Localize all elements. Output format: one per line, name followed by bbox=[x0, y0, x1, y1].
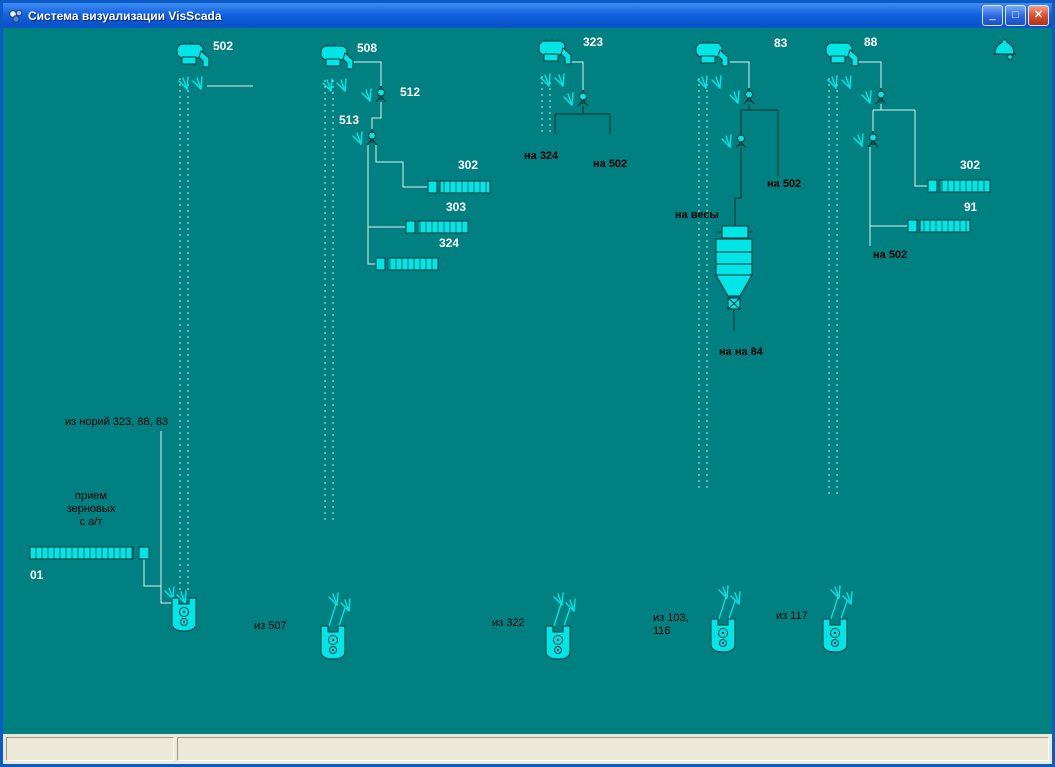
label-from-507: из 507 bbox=[254, 620, 287, 633]
label-valve-512: 512 bbox=[400, 86, 420, 99]
elevator-head-88[interactable] bbox=[826, 41, 858, 66]
label-conveyor-01: 01 bbox=[30, 569, 43, 582]
label-noria-502: 502 bbox=[213, 40, 233, 53]
boot-from-117[interactable] bbox=[823, 619, 847, 652]
pipes bbox=[144, 62, 928, 603]
label-noria-323: 323 bbox=[583, 36, 603, 49]
label-valve-513: 513 bbox=[339, 114, 359, 127]
window-controls: _ □ ✕ bbox=[982, 5, 1049, 26]
app-icon[interactable] bbox=[8, 8, 24, 24]
valve-83-upper[interactable] bbox=[744, 88, 754, 104]
weigher[interactable] bbox=[716, 226, 753, 309]
label-grain-intake-line2: зерновых bbox=[51, 503, 131, 516]
label-to-502-a: на 502 bbox=[593, 158, 627, 171]
elevator-head-508[interactable] bbox=[321, 44, 353, 69]
label-conveyor-302-right: 302 bbox=[960, 159, 980, 172]
window-title: Система визуализации VisScada bbox=[28, 9, 982, 23]
conveyor-324[interactable] bbox=[376, 258, 438, 270]
boot-from-103-116[interactable] bbox=[711, 619, 735, 652]
valve-83-lower[interactable] bbox=[736, 132, 746, 148]
label-conveyor-91: 91 bbox=[964, 201, 977, 214]
status-bar bbox=[3, 734, 1052, 764]
label-to-324: на 324 bbox=[524, 150, 558, 163]
valve-513[interactable] bbox=[367, 129, 377, 145]
label-grain-intake-line1: прием bbox=[51, 490, 131, 503]
conveyor-01[interactable] bbox=[30, 547, 149, 559]
label-to-502-b: на 502 bbox=[767, 178, 801, 191]
app-window: Система визуализации VisScada _ □ ✕ bbox=[0, 0, 1055, 767]
label-to-scales: на весы bbox=[675, 209, 719, 222]
label-grain-intake: прием зерновых с а/т bbox=[51, 490, 131, 529]
elevator-legs bbox=[180, 76, 837, 594]
boot-from-322[interactable] bbox=[546, 626, 570, 659]
label-from-103-116: из 103, 116 bbox=[653, 612, 689, 638]
label-conveyor-303: 303 bbox=[446, 201, 466, 214]
label-to-502-c: на 502 bbox=[873, 249, 907, 262]
conveyor-91[interactable] bbox=[908, 220, 970, 232]
label-conveyor-324: 324 bbox=[439, 237, 459, 250]
title-bar[interactable]: Система визуализации VisScada _ □ ✕ bbox=[3, 3, 1052, 28]
valve-88-upper[interactable] bbox=[876, 88, 886, 104]
label-grain-intake-line3: с а/т bbox=[51, 516, 131, 529]
elevator-head-502[interactable] bbox=[177, 42, 209, 67]
label-conveyor-302-left: 302 bbox=[458, 159, 478, 172]
label-from-322: из 322 bbox=[492, 617, 525, 630]
elevator-head-323[interactable] bbox=[539, 39, 571, 64]
label-from-117: из 117 bbox=[776, 610, 808, 623]
status-panel-left bbox=[6, 737, 174, 761]
label-to-84: на на 84 bbox=[719, 346, 763, 359]
valve-323[interactable] bbox=[578, 90, 588, 106]
label-from-103-line2: 116 bbox=[653, 625, 689, 638]
label-noria-88: 88 bbox=[864, 36, 877, 49]
minimize-button[interactable]: _ bbox=[982, 5, 1003, 26]
boot-from-507[interactable] bbox=[321, 626, 345, 659]
label-from-103-line1: из 103, bbox=[653, 612, 689, 625]
status-panel-right bbox=[177, 737, 1049, 761]
valve-512[interactable] bbox=[376, 86, 386, 102]
valve-88-lower[interactable] bbox=[868, 131, 878, 147]
scada-canvas: 502 508 512 513 302 303 324 323 на 324 н… bbox=[3, 28, 1052, 734]
conveyor-303[interactable] bbox=[406, 221, 468, 233]
close-button[interactable]: ✕ bbox=[1028, 5, 1049, 26]
conveyor-302-left[interactable] bbox=[428, 181, 490, 193]
boot-inlet-ducts bbox=[329, 597, 847, 626]
label-from-norias: из норий 323, 88, 83 bbox=[65, 416, 168, 429]
alarm-bell-icon[interactable] bbox=[993, 40, 1016, 60]
elevator-head-83[interactable] bbox=[696, 41, 728, 66]
conveyor-302-right[interactable] bbox=[928, 180, 990, 192]
aspiration-sprays bbox=[165, 74, 871, 611]
label-noria-508: 508 bbox=[357, 42, 377, 55]
scada-diagram bbox=[3, 28, 1052, 734]
label-noria-83: 83 bbox=[774, 37, 787, 50]
maximize-button[interactable]: □ bbox=[1005, 5, 1026, 26]
